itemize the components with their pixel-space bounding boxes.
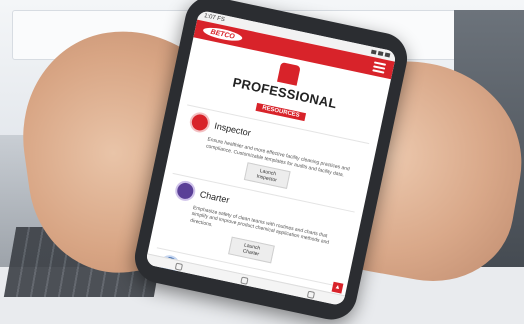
scroll-top-icon[interactable]: ▲	[331, 281, 344, 294]
phone-screen: 1:07 FS BETCO PROFESSIONAL RESOURCES Ins…	[145, 9, 397, 307]
charter-icon	[173, 178, 198, 203]
wifi-icon	[377, 51, 384, 56]
battery-icon	[384, 52, 391, 58]
card-title: Charter	[199, 188, 231, 205]
recent-apps-icon[interactable]	[306, 290, 316, 299]
back-icon[interactable]	[174, 262, 184, 271]
home-icon[interactable]	[240, 276, 250, 285]
inspector-icon	[187, 110, 212, 135]
hero-ribbon: RESOURCES	[255, 102, 307, 122]
menu-icon[interactable]	[372, 61, 387, 74]
professional-building-icon	[277, 62, 301, 86]
signal-icon	[370, 49, 377, 55]
card-title: Inspector	[213, 120, 252, 139]
